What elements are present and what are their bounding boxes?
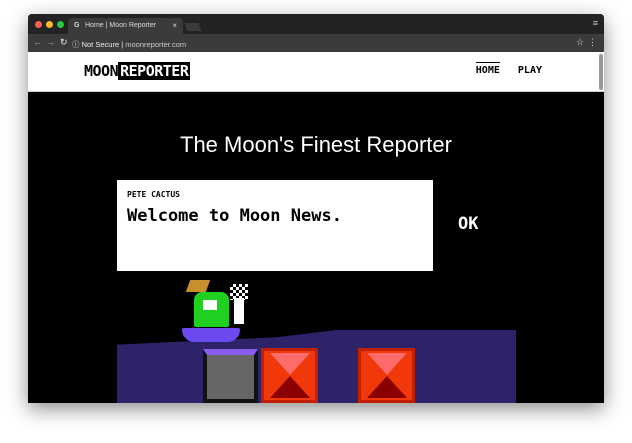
close-window-button[interactable] (35, 21, 42, 28)
bookmark-star-icon[interactable]: ☆ (576, 37, 584, 48)
title-bar: G Home | Moon Reporter × ≡ (28, 14, 604, 34)
stone-block (203, 349, 258, 403)
security-label: Not Secure (81, 40, 120, 49)
dialog-message: Welcome to Moon News. (127, 206, 342, 226)
microphone-icon (234, 298, 244, 324)
speaker-name: PETE CACTUS (127, 190, 180, 199)
character-eyes (203, 300, 217, 310)
forward-icon[interactable]: → (46, 37, 55, 47)
profile-icon[interactable]: ≡ (593, 18, 598, 28)
reload-icon[interactable]: ↻ (60, 37, 68, 48)
red-crate (261, 348, 318, 403)
tab-title: Home | Moon Reporter (85, 22, 157, 29)
back-icon[interactable]: ← (33, 37, 42, 47)
nav-play-link[interactable]: PLAY (518, 65, 542, 76)
url-field[interactable]: ⓘ Not Secure | moonreporter.com (72, 36, 572, 50)
saucer-platform (182, 328, 240, 342)
browser-tab[interactable]: G Home | Moon Reporter × (68, 18, 183, 34)
dialog-box: PETE CACTUS Welcome to Moon News. (117, 180, 433, 271)
logo-moon: MOON (84, 62, 119, 80)
hat-icon (185, 280, 211, 292)
new-tab-button[interactable] (184, 23, 202, 31)
red-crate (358, 348, 415, 403)
page-content: MOON REPORTER HOME PLAY The Moon's Finest… (28, 52, 604, 403)
browser-window: G Home | Moon Reporter × ≡ ← → ↻ ⓘ Not S… (28, 14, 604, 403)
ok-button[interactable]: OK (458, 214, 478, 234)
favicon-icon: G (74, 22, 80, 29)
url-text: moonreporter.com (125, 40, 187, 49)
site-nav: MOON REPORTER HOME PLAY (28, 52, 604, 92)
site-logo[interactable]: MOON REPORTER (84, 62, 191, 80)
logo-reporter: REPORTER (118, 62, 191, 80)
nav-home-link[interactable]: HOME (475, 62, 500, 76)
scrollbar[interactable] (599, 54, 603, 90)
minimize-window-button[interactable] (46, 21, 53, 28)
page-title: The Moon's Finest Reporter (180, 132, 452, 157)
maximize-window-button[interactable] (57, 21, 64, 28)
close-tab-icon[interactable]: × (172, 21, 177, 30)
menu-icon[interactable]: ⋮ (588, 37, 597, 48)
address-bar-row: ← → ↻ ⓘ Not Secure | moonreporter.com ☆ … (28, 34, 604, 52)
